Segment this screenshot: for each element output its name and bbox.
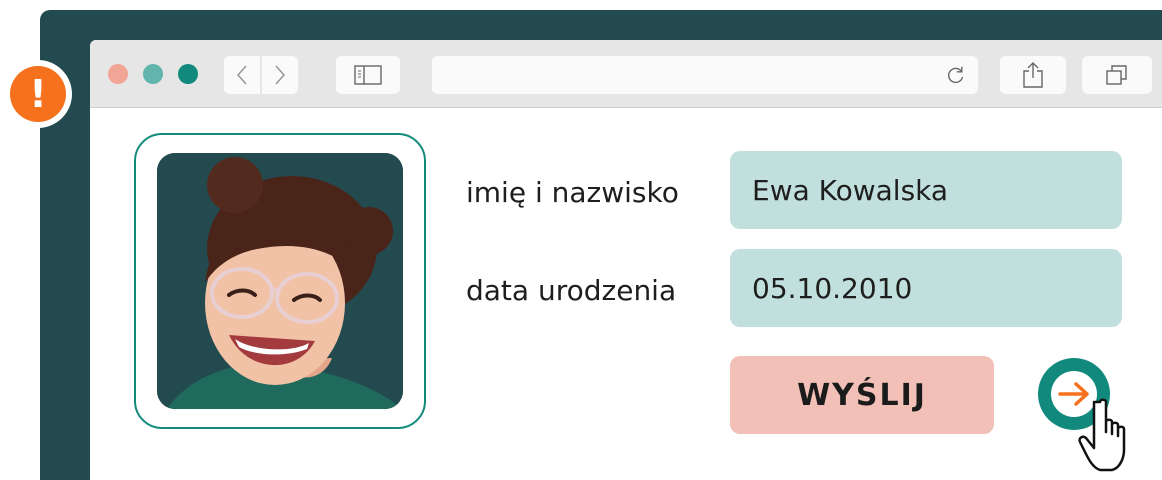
hand-pointer-icon bbox=[1078, 398, 1126, 472]
alert-badge: ! bbox=[4, 60, 72, 128]
browser-toolbar bbox=[90, 40, 1162, 108]
browser-window: imię i nazwisko Ewa Kowalska data urodze… bbox=[90, 40, 1162, 480]
photo-frame bbox=[134, 133, 426, 429]
submit-button[interactable]: WYŚLIJ bbox=[730, 356, 994, 434]
profile-photo bbox=[157, 153, 403, 409]
back-arrow-icon bbox=[236, 65, 247, 85]
name-field[interactable]: Ewa Kowalska bbox=[730, 151, 1122, 229]
forward-button[interactable] bbox=[262, 56, 298, 94]
sidebar-icon bbox=[354, 65, 382, 85]
window-minimize-dot[interactable] bbox=[143, 64, 163, 84]
address-bar[interactable] bbox=[432, 56, 978, 94]
birthdate-label: data urodzenia bbox=[466, 274, 677, 307]
page-content: imię i nazwisko Ewa Kowalska data urodze… bbox=[90, 108, 1162, 480]
share-button[interactable] bbox=[1000, 56, 1066, 94]
tabs-button[interactable] bbox=[1082, 56, 1152, 94]
name-label: imię i nazwisko bbox=[466, 176, 679, 209]
tabs-icon bbox=[1106, 65, 1127, 85]
exclamation-icon: ! bbox=[10, 66, 66, 122]
share-icon bbox=[1023, 62, 1043, 88]
birthdate-field[interactable]: 05.10.2010 bbox=[730, 249, 1122, 327]
back-button[interactable] bbox=[224, 56, 260, 94]
reload-icon[interactable] bbox=[946, 65, 966, 85]
sidebar-toggle-button[interactable] bbox=[336, 56, 400, 94]
window-maximize-dot[interactable] bbox=[178, 64, 198, 84]
forward-arrow-icon bbox=[275, 65, 286, 85]
window-close-dot[interactable] bbox=[108, 64, 128, 84]
